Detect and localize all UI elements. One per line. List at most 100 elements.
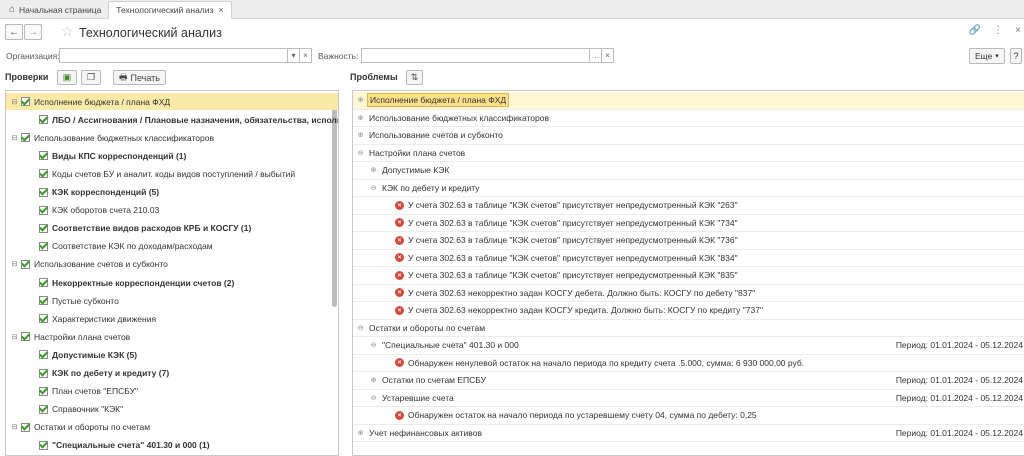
org-dropdown-button[interactable]: ▾ — [288, 48, 300, 63]
tree-item[interactable]: Соответствие видов расходов КРБ и КОСГУ … — [6, 220, 338, 237]
expand-icon[interactable]: ⊕ — [369, 376, 378, 384]
importance-input[interactable] — [361, 48, 590, 63]
problem-item[interactable]: ⊖ Настройки плана счетов — [353, 145, 1024, 162]
checkbox-checked-icon[interactable] — [21, 259, 30, 269]
problem-item[interactable]: × Обнаружен ненулевой остаток на начало п… — [353, 355, 1024, 372]
forward-button[interactable]: → — [24, 24, 42, 40]
problem-item[interactable]: ⊕ Использование счетов и субконто — [353, 127, 1024, 145]
collapse-icon[interactable]: ⊖ — [369, 184, 378, 192]
problem-item[interactable]: ⊖ Устаревшие счета Период: 01.01.2024 - 05… — [353, 390, 1024, 407]
problem-item[interactable]: ⊕ Использование бюджетных классификаторов — [353, 110, 1024, 127]
problem-item[interactable]: ⊕ Исполнение бюджета / плана ФХД — [353, 92, 1024, 110]
checkbox-checked-icon[interactable] — [39, 115, 48, 125]
checkbox-checked-icon[interactable] — [21, 97, 30, 106]
collapse-icon[interactable]: ⊟ — [10, 134, 19, 142]
collapse-icon[interactable]: ⊖ — [369, 394, 378, 402]
checks-tree[interactable]: ⊟ Исполнение бюджета / плана ФХД ЛБО / Асс… — [5, 90, 339, 456]
checkbox-checked-icon[interactable] — [39, 205, 48, 215]
tree-item[interactable]: Допустимые КЭК (5) — [6, 346, 338, 363]
problem-item[interactable]: ⊖ Остатки и обороты по счетам — [353, 320, 1024, 337]
checkbox-checked-icon[interactable] — [21, 332, 30, 342]
more-vertical-icon[interactable]: ⋮ — [993, 25, 1003, 36]
checkbox-checked-icon[interactable] — [39, 368, 48, 378]
problem-item[interactable]: ⊕ Учет нефинансовых активов Период: 01.01.… — [353, 425, 1024, 442]
expand-icon[interactable]: ⊕ — [356, 131, 365, 139]
expand-icon[interactable]: ⊕ — [356, 429, 365, 437]
collapse-icon[interactable]: ⊟ — [10, 333, 19, 341]
checkbox-checked-icon[interactable] — [39, 350, 48, 360]
checkbox-checked-icon[interactable] — [39, 223, 48, 233]
importance-clear-button[interactable]: × — [602, 48, 614, 63]
tree-item[interactable]: ⊟ Настройки плана счетов — [6, 328, 338, 345]
problem-item[interactable]: ⊕ Остатки по счетам ЕПСБУ Период: 01.01.20… — [353, 372, 1024, 390]
favorite-star-icon[interactable]: ☆ — [61, 23, 74, 40]
collapse-icon[interactable]: ⊖ — [356, 324, 365, 332]
sort-button[interactable]: ⇅ — [406, 70, 423, 85]
tree-item[interactable]: КЭК корреспонденций (5) — [6, 184, 338, 201]
problem-item[interactable]: × У счета 302.63 в таблице "КЭК счетов" п… — [353, 197, 1024, 215]
tree-item[interactable]: ЛБО / Ассигнования / Плановые назначения… — [6, 111, 338, 128]
tree-item[interactable]: "Специальные счета" 401.30 и 000 (1) — [6, 437, 338, 454]
checkbox-checked-icon[interactable] — [39, 169, 48, 179]
collapse-icon[interactable]: ⊖ — [356, 149, 365, 157]
checkbox-checked-icon[interactable] — [39, 440, 48, 450]
problem-item[interactable]: × У счета 302.63 в таблице "КЭК счетов" п… — [353, 215, 1024, 232]
tab-tech-analysis[interactable]: Технологический анализ × — [108, 1, 232, 19]
copy-button[interactable]: ❐ — [81, 70, 101, 85]
tree-item[interactable]: Коды счетов БУ и аналит. коды видов пост… — [6, 165, 338, 182]
collapse-icon[interactable]: ⊟ — [10, 98, 19, 106]
close-tab-icon[interactable]: × — [218, 5, 223, 15]
home-icon: ⌂ — [9, 4, 16, 15]
checkbox-checked-icon[interactable] — [39, 386, 48, 396]
print-button[interactable]: 🖶 Печать — [113, 70, 166, 85]
problems-tree[interactable]: ⊕ Исполнение бюджета / плана ФХД ⊕ Использо… — [352, 90, 1024, 456]
collapse-icon[interactable]: ⊟ — [10, 423, 19, 431]
org-clear-button[interactable]: × — [300, 48, 312, 63]
checkbox-checked-icon[interactable] — [39, 278, 48, 287]
help-button[interactable]: ? — [1010, 48, 1022, 64]
checkbox-checked-icon[interactable] — [39, 241, 48, 251]
checkbox-checked-icon[interactable] — [39, 404, 48, 414]
checkbox-checked-icon[interactable] — [21, 422, 30, 432]
expand-icon[interactable]: ⊕ — [356, 114, 365, 122]
expand-icon[interactable]: ⊕ — [356, 96, 365, 104]
checkbox-checked-icon[interactable] — [21, 133, 30, 143]
problem-item[interactable]: × У счета 302.63 некорректно задан КОСГУ … — [353, 302, 1024, 320]
tree-item[interactable]: Пустые субконто — [6, 292, 338, 309]
problem-item[interactable]: × У счета 302.63 в таблице "КЭК счетов" п… — [353, 250, 1024, 267]
tree-item[interactable]: КЭК оборотов счета 210.03 — [6, 202, 338, 219]
link-icon[interactable]: 🔗 — [969, 25, 981, 36]
checkbox-checked-icon[interactable] — [39, 296, 48, 306]
problem-item[interactable]: × У счета 302.63 некорректно задан КОСГУ … — [353, 285, 1024, 302]
org-input[interactable] — [59, 48, 288, 63]
back-button[interactable]: ← — [5, 24, 23, 40]
importance-select-button[interactable]: … — [590, 48, 602, 63]
expand-icon[interactable]: ⊕ — [369, 166, 378, 174]
tab-home[interactable]: ⌂ Начальная страница — [2, 1, 108, 18]
close-icon[interactable]: × — [1015, 25, 1021, 36]
problem-item[interactable]: ⊖ КЭК по дебету и кредиту — [353, 180, 1024, 197]
checkbox-checked-icon[interactable] — [39, 187, 48, 197]
tree-item[interactable]: План счетов "ЕПСБУ" — [6, 383, 338, 400]
more-button[interactable]: Еще ▾ — [969, 48, 1005, 64]
problem-item[interactable]: ⊕ Допустимые КЭК — [353, 162, 1024, 180]
tree-item[interactable]: Некорректные корреспонденции счетов (2) — [6, 274, 338, 291]
tree-item[interactable]: Соответствие КЭК по доходам/расходам — [6, 238, 338, 255]
tree-item[interactable]: Виды КПС корреспонденций (1) — [6, 147, 338, 164]
tree-item[interactable]: Справочник "КЭК" — [6, 401, 338, 418]
problem-item[interactable]: × У счета 302.63 в таблице "КЭК счетов" п… — [353, 267, 1024, 285]
tree-item[interactable]: Характеристики движения — [6, 310, 338, 327]
problem-item[interactable]: × У счета 302.63 в таблице "КЭК счетов" п… — [353, 232, 1024, 250]
tree-item[interactable]: ⊟ Остатки и обороты по счетам — [6, 419, 338, 436]
checkbox-checked-icon[interactable] — [39, 314, 48, 324]
tree-item[interactable]: ⊟ Использование бюджетных классификаторов — [6, 129, 338, 146]
check-all-button[interactable]: ▣ — [57, 70, 77, 85]
tree-item[interactable]: ⊟ Использование счетов и субконто — [6, 256, 338, 273]
checkbox-checked-icon[interactable] — [39, 151, 48, 161]
tree-item[interactable]: КЭК по дебету и кредиту (7) — [6, 365, 338, 382]
collapse-icon[interactable]: ⊟ — [10, 260, 19, 268]
problem-item[interactable]: × Обнаружен остаток на начало периода по … — [353, 407, 1024, 425]
problem-item[interactable]: ⊖ "Специальные счета" 401.30 и 000 Период:… — [353, 337, 1024, 355]
tree-item[interactable]: ⊟ Исполнение бюджета / плана ФХД — [6, 93, 338, 110]
collapse-icon[interactable]: ⊖ — [369, 341, 378, 349]
